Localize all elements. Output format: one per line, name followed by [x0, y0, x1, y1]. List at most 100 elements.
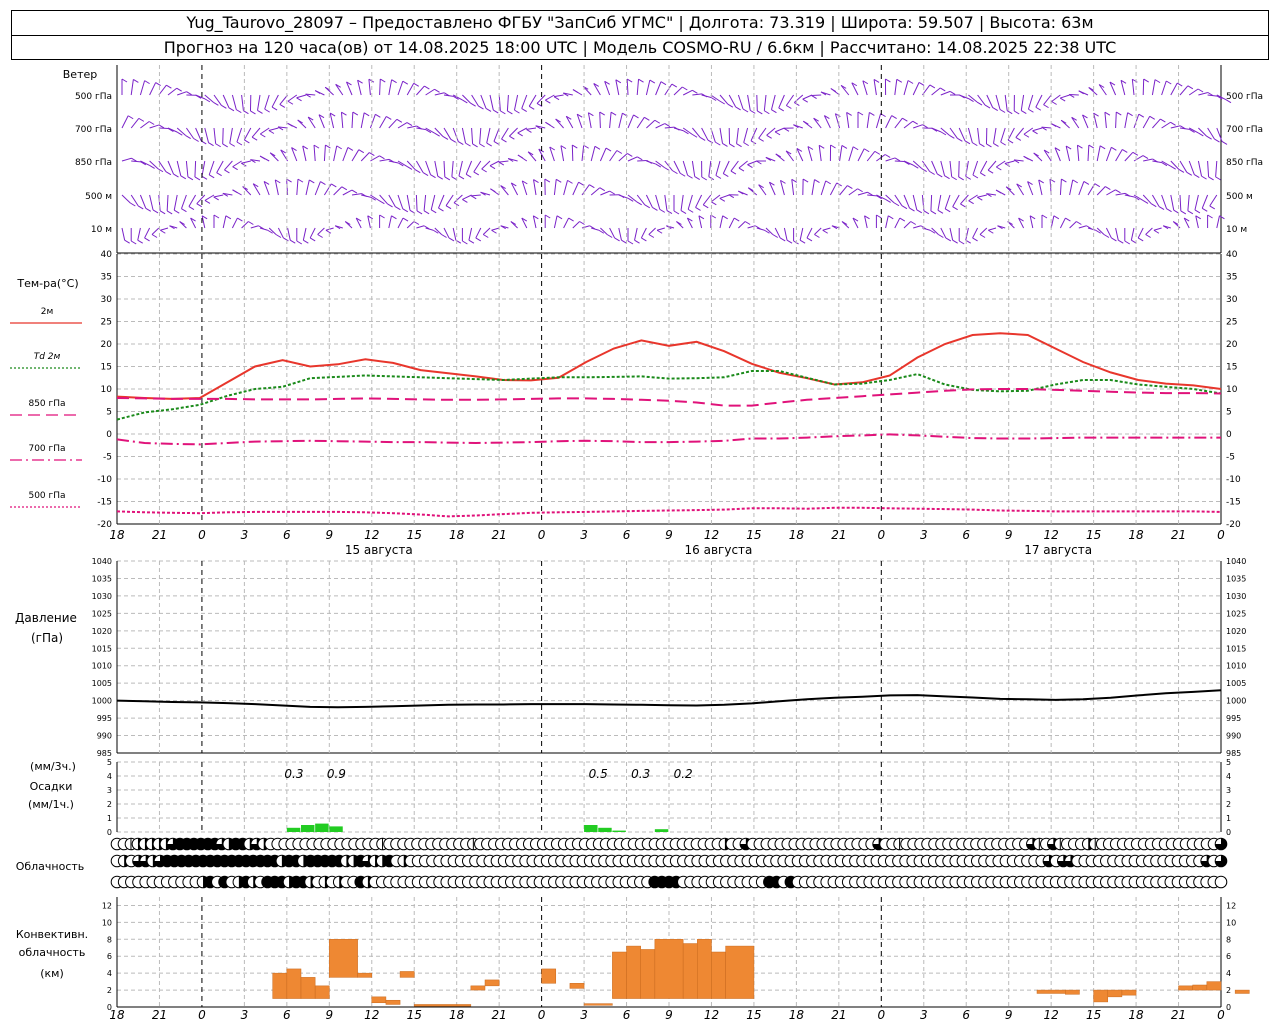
wind-barb [305, 179, 310, 196]
conv-cloud-bar [569, 983, 585, 989]
wind-barb [1188, 88, 1199, 96]
wind-barb [636, 79, 640, 96]
wind-barb-feather [229, 142, 236, 147]
wind-barb [222, 94, 230, 108]
conv-cloud-bar [541, 968, 557, 984]
wind-barb [609, 112, 612, 129]
wind-barb [701, 94, 712, 98]
wind-barb-feather [228, 107, 235, 112]
wind-barb [646, 119, 656, 129]
wind-barb-feather [526, 128, 532, 133]
wind-barb [1207, 160, 1210, 177]
wind-barb-feather [181, 208, 187, 213]
wind-barb [351, 149, 360, 162]
wind-barb [756, 94, 758, 111]
wind-barb [1078, 181, 1085, 196]
wind-barb [1142, 79, 1145, 96]
wind-barb-feather [422, 172, 429, 176]
wind-barb-feather [375, 113, 381, 118]
wind-barb [615, 79, 620, 96]
wind-barb-feather [1201, 175, 1207, 180]
wind-barb-feather [528, 105, 535, 110]
wind-barb [766, 127, 776, 136]
wind-barb-feather [609, 190, 615, 195]
wind-barb-feather [589, 184, 595, 189]
wind-barb [360, 152, 370, 162]
wind-barb [640, 227, 647, 239]
temp-xtick: 0 [198, 528, 206, 542]
wind-barb [949, 227, 954, 241]
conv-cloud-bar [413, 1004, 472, 1007]
wind-barb-feather [912, 120, 918, 125]
wind-barb-feather [216, 172, 222, 177]
wind-barb [626, 79, 629, 96]
wind-barb [397, 122, 408, 129]
wind-barb [1151, 79, 1156, 96]
wind-barb [1000, 127, 1006, 143]
wind-barb-feather [626, 78, 633, 83]
wind-barb [527, 151, 537, 162]
conv-xtick: 9 [1005, 1008, 1013, 1022]
wind-barb-feather [159, 210, 166, 215]
wind-barb-feather [250, 110, 256, 115]
wind-barb-feather [952, 239, 958, 244]
conv-xtick: 12 [704, 1008, 719, 1022]
wind-barb-feather [544, 178, 551, 183]
wind-barb-feather [1219, 215, 1225, 220]
wind-barb-feather [180, 175, 187, 180]
temp-legend-label: 850 гПа [28, 399, 65, 409]
precip-ytick-right: 1 [1226, 814, 1231, 823]
wind-barb-feather [204, 200, 211, 204]
wind-barb [979, 227, 988, 235]
wind-barb-feather [260, 133, 266, 138]
wind-barb [271, 94, 279, 108]
wind-barb-feather [208, 174, 215, 179]
wind-barb [533, 179, 537, 196]
wind-barb-feather [279, 103, 286, 108]
pressure-ytick-left: 1040 [92, 557, 112, 566]
wind-barb [867, 194, 877, 197]
wind-barb [489, 160, 500, 167]
temp-xtick: 9 [325, 528, 333, 542]
wind-barb-feather [176, 87, 182, 92]
wind-barb [778, 94, 785, 109]
wind-barb [940, 160, 946, 176]
wind-barb [1153, 227, 1162, 231]
wind-barb [876, 154, 886, 162]
wind-barb [406, 83, 415, 96]
wind-barb-feather [296, 240, 303, 245]
wind-barb [664, 126, 675, 129]
wind-barb-feather [165, 171, 172, 176]
wind-barb [521, 94, 528, 109]
pressure-ytick-right: 1000 [1226, 697, 1246, 706]
wind-barb-feather [778, 107, 785, 112]
wind-barb-feather [243, 110, 249, 115]
conv-cloud-bar [583, 1003, 613, 1006]
wind-barb [302, 227, 307, 241]
wind-barb-feather [841, 145, 848, 149]
wind-barb-feather [521, 108, 527, 112]
wind-barb-feather [949, 134, 955, 139]
temp-ytick-right: -15 [1226, 498, 1241, 508]
wind-barb [458, 160, 463, 177]
wind-barb-feather [869, 111, 875, 116]
wind-barb [634, 227, 638, 241]
wind-barb-feather [874, 150, 881, 155]
wind-barb [940, 90, 951, 96]
wind-barb [430, 194, 436, 210]
wind-barb-feather [1207, 214, 1213, 219]
wind-barb-feather [501, 138, 507, 143]
temp-ytick-right: 35 [1226, 273, 1237, 283]
wind-barb-feather [916, 209, 923, 214]
wind-barb [340, 112, 344, 129]
temp-xtick: 0 [877, 528, 885, 542]
wind-barb [438, 194, 445, 209]
wind-barb [149, 82, 157, 96]
conv-ytick-right: 4 [1226, 969, 1231, 978]
wind-barb-feather [1127, 112, 1133, 117]
wind-barb-feather [802, 98, 808, 103]
wind-barb-feather [413, 82, 420, 87]
pressure-ytick-left: 1000 [92, 697, 112, 706]
wind-barb [397, 194, 404, 210]
wind-barb-feather [672, 170, 678, 175]
